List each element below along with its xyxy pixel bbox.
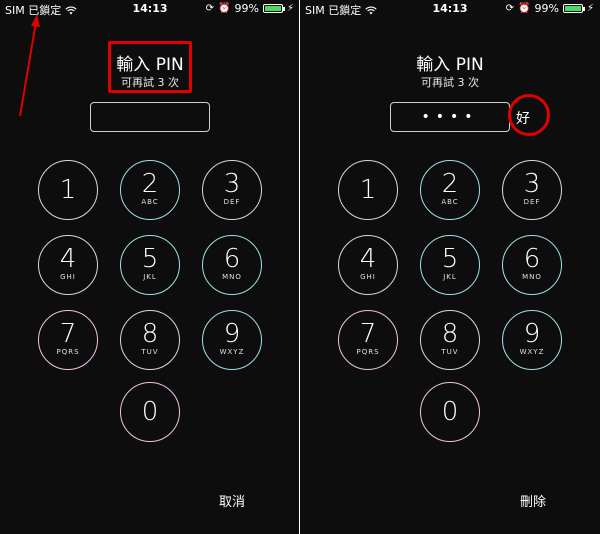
alarm-icon: ⏰: [218, 3, 231, 14]
key-8[interactable]: 8 TUV: [420, 310, 480, 370]
battery-icon: [262, 4, 285, 13]
key-6[interactable]: 6 MNO: [202, 235, 262, 295]
battery-percent: 99%: [534, 2, 559, 15]
key-0[interactable]: 0: [120, 382, 180, 442]
key-1[interactable]: 1: [38, 160, 98, 220]
pin-input[interactable]: ••••: [390, 102, 510, 132]
battery-percent: 99%: [234, 2, 259, 15]
key-2[interactable]: 2 ABC: [120, 160, 180, 220]
right-panel: SIM 已鎖定 14:13 ⟳ ⏰ 99% ⚡ 輸入 PIN 可再試 3 次 •…: [300, 0, 600, 534]
page-title: 輸入 PIN: [416, 55, 484, 75]
key-0[interactable]: 0: [420, 382, 480, 442]
battery-icon: [562, 4, 585, 13]
key-1[interactable]: 1: [338, 160, 398, 220]
charging-icon: ⚡: [586, 3, 594, 14]
key-7[interactable]: 7 PQRS: [38, 310, 98, 370]
key-9[interactable]: 9 WXYZ: [202, 310, 262, 370]
key-7[interactable]: 7 PQRS: [338, 310, 398, 370]
status-bar: SIM 已鎖定 14:13 ⟳ ⏰ 99% ⚡: [300, 0, 600, 18]
pin-input[interactable]: [90, 102, 210, 132]
alarm-icon: ⏰: [518, 3, 531, 14]
key-5[interactable]: 5 JKL: [420, 235, 480, 295]
key-2[interactable]: 2 ABC: [420, 160, 480, 220]
key-4[interactable]: 4 GHI: [38, 235, 98, 295]
key-3[interactable]: 3 DEF: [502, 160, 562, 220]
highlight-circle: [508, 94, 550, 136]
key-3[interactable]: 3 DEF: [202, 160, 262, 220]
left-panel: SIM 已鎖定 14:13 ⟳ ⏰ 99% ⚡ 輸入 PIN 可再試 3 次 1…: [0, 0, 300, 534]
key-6[interactable]: 6 MNO: [502, 235, 562, 295]
delete-button[interactable]: 刪除: [520, 491, 546, 510]
orientation-lock-icon: ⟳: [205, 3, 215, 14]
charging-icon: ⚡: [286, 3, 294, 14]
attempts-remaining: 可再試 3 次: [421, 76, 479, 89]
key-4[interactable]: 4 GHI: [338, 235, 398, 295]
status-bar: SIM 已鎖定 14:13 ⟳ ⏰ 99% ⚡: [0, 0, 300, 18]
orientation-lock-icon: ⟳: [505, 3, 515, 14]
cancel-button[interactable]: 取消: [219, 491, 245, 510]
key-8[interactable]: 8 TUV: [120, 310, 180, 370]
highlight-box: [108, 41, 192, 93]
key-9[interactable]: 9 WXYZ: [502, 310, 562, 370]
key-5[interactable]: 5 JKL: [120, 235, 180, 295]
